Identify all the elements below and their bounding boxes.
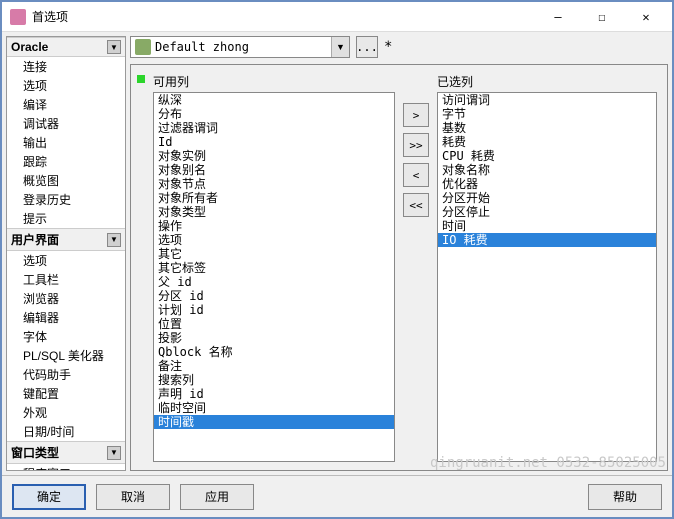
category-item[interactable]: 调试器 xyxy=(7,114,125,133)
title-bar: 首选项 — ☐ ✕ xyxy=(2,2,672,32)
list-item[interactable]: 基数 xyxy=(438,121,656,135)
category-item[interactable]: 选项 xyxy=(7,76,125,95)
profile-browse-button[interactable]: ... xyxy=(356,36,378,58)
list-item[interactable]: 位置 xyxy=(154,317,394,331)
app-icon xyxy=(10,9,26,25)
list-item[interactable]: IO 耗费 xyxy=(438,233,656,247)
category-header[interactable]: 窗口类型▼ xyxy=(7,441,125,464)
list-item[interactable]: 对象别名 xyxy=(154,163,394,177)
category-item[interactable]: 工具栏 xyxy=(7,270,125,289)
list-item[interactable]: CPU 耗费 xyxy=(438,149,656,163)
selected-list[interactable]: 访问谓词字节基数耗费CPU 耗费对象名称优化器分区开始分区停止时间IO 耗费 xyxy=(437,92,657,462)
category-header[interactable]: 用户界面▼ xyxy=(7,228,125,251)
columns-panel: 可用列 纵深分布过滤器谓词Id对象实例对象别名对象节点对象所有者对象类型操作选项… xyxy=(130,64,668,471)
category-item[interactable]: 概览图 xyxy=(7,171,125,190)
category-item[interactable]: 提示 xyxy=(7,209,125,228)
category-item[interactable]: 选项 xyxy=(7,251,125,270)
category-item[interactable]: 登录历史 xyxy=(7,190,125,209)
category-item[interactable]: 编译 xyxy=(7,95,125,114)
category-item[interactable]: 跟踪 xyxy=(7,152,125,171)
chevron-down-icon[interactable]: ▼ xyxy=(107,446,121,460)
move-all-right-button[interactable]: >> xyxy=(403,133,429,157)
list-item[interactable]: 对象名称 xyxy=(438,163,656,177)
profile-select[interactable]: Default zhong ▼ xyxy=(130,36,350,58)
chevron-down-icon[interactable]: ▼ xyxy=(107,40,121,54)
category-item[interactable]: 键配置 xyxy=(7,384,125,403)
list-item[interactable]: 字节 xyxy=(438,107,656,121)
window-title: 首选项 xyxy=(32,8,536,25)
category-header[interactable]: Oracle▼ xyxy=(7,37,125,57)
list-item[interactable]: 对象类型 xyxy=(154,205,394,219)
category-item[interactable]: 程序窗口 xyxy=(7,464,125,471)
list-item[interactable]: 分区开始 xyxy=(438,191,656,205)
list-item[interactable]: 分区停止 xyxy=(438,205,656,219)
list-item[interactable]: Id xyxy=(154,135,394,149)
apply-button[interactable]: 应用 xyxy=(180,484,254,510)
move-left-button[interactable]: < xyxy=(403,163,429,187)
list-item[interactable]: 其它 xyxy=(154,247,394,261)
list-item[interactable]: 选项 xyxy=(154,233,394,247)
chevron-down-icon[interactable]: ▼ xyxy=(107,233,121,247)
profile-name: Default zhong xyxy=(155,40,331,54)
selected-label: 已选列 xyxy=(437,73,657,90)
list-item[interactable]: 操作 xyxy=(154,219,394,233)
profile-icon xyxy=(135,39,151,55)
cancel-button[interactable]: 取消 xyxy=(96,484,170,510)
list-item[interactable]: 父 id xyxy=(154,275,394,289)
list-item[interactable]: 纵深 xyxy=(154,93,394,107)
modified-indicator: * xyxy=(384,39,392,55)
list-item[interactable]: 耗费 xyxy=(438,135,656,149)
list-item[interactable]: 分布 xyxy=(154,107,394,121)
list-item[interactable]: 分区 id xyxy=(154,289,394,303)
help-button[interactable]: 帮助 xyxy=(588,484,662,510)
list-item[interactable]: 对象实例 xyxy=(154,149,394,163)
list-item[interactable]: 时间 xyxy=(438,219,656,233)
list-item[interactable]: 声明 id xyxy=(154,387,394,401)
chevron-down-icon[interactable]: ▼ xyxy=(331,37,349,57)
list-item[interactable]: 时间戳 xyxy=(154,415,394,429)
list-item[interactable]: 对象所有者 xyxy=(154,191,394,205)
category-item[interactable]: 日期/时间 xyxy=(7,422,125,441)
category-item[interactable]: 代码助手 xyxy=(7,365,125,384)
close-button[interactable]: ✕ xyxy=(624,3,668,31)
category-tree[interactable]: Oracle▼连接选项编译调试器输出跟踪概览图登录历史提示用户界面▼选项工具栏浏… xyxy=(6,36,126,471)
category-item[interactable]: 输出 xyxy=(7,133,125,152)
category-item[interactable]: 字体 xyxy=(7,327,125,346)
category-item[interactable]: 浏览器 xyxy=(7,289,125,308)
list-item[interactable]: 其它标签 xyxy=(154,261,394,275)
ok-button[interactable]: 确定 xyxy=(12,484,86,510)
category-item[interactable]: PL/SQL 美化器 xyxy=(7,346,125,365)
list-item[interactable]: 过滤器谓词 xyxy=(154,121,394,135)
category-item[interactable]: 编辑器 xyxy=(7,308,125,327)
list-item[interactable]: 计划 id xyxy=(154,303,394,317)
list-item[interactable]: 优化器 xyxy=(438,177,656,191)
list-item[interactable]: Qblock 名称 xyxy=(154,345,394,359)
list-item[interactable]: 临时空间 xyxy=(154,401,394,415)
list-item[interactable]: 搜索列 xyxy=(154,373,394,387)
list-item[interactable]: 投影 xyxy=(154,331,394,345)
move-right-button[interactable]: > xyxy=(403,103,429,127)
available-label: 可用列 xyxy=(153,73,395,90)
available-list[interactable]: 纵深分布过滤器谓词Id对象实例对象别名对象节点对象所有者对象类型操作选项其它其它… xyxy=(153,92,395,462)
maximize-button[interactable]: ☐ xyxy=(580,3,624,31)
category-item[interactable]: 连接 xyxy=(7,57,125,76)
category-item[interactable]: 外观 xyxy=(7,403,125,422)
status-dot-icon xyxy=(137,75,145,83)
list-item[interactable]: 备注 xyxy=(154,359,394,373)
minimize-button[interactable]: — xyxy=(536,3,580,31)
list-item[interactable]: 对象节点 xyxy=(154,177,394,191)
list-item[interactable]: 访问谓词 xyxy=(438,93,656,107)
move-all-left-button[interactable]: << xyxy=(403,193,429,217)
